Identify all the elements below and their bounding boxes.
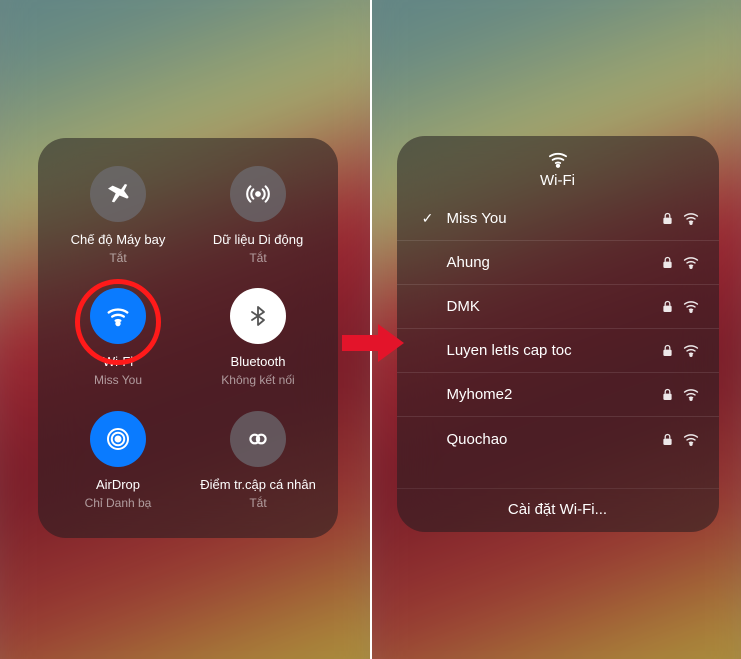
cellular-data-toggle[interactable]: Dữ liệu Di động Tắt — [188, 154, 328, 277]
hotspot-toggle[interactable]: Điểm tr.cập cá nhân Tắt — [188, 399, 328, 522]
wifi-panel-header: Wi-Fi — [397, 136, 719, 197]
airplane-status: Tắt — [109, 251, 126, 265]
network-name: Luyen letIs cap toc — [447, 342, 652, 359]
bluetooth-icon — [230, 288, 286, 344]
cellular-label: Dữ liệu Di động — [213, 232, 303, 247]
airplane-icon — [90, 166, 146, 222]
lock-icon — [662, 344, 673, 357]
hotspot-icon — [230, 411, 286, 467]
lock-icon — [662, 300, 673, 313]
cellular-icon — [230, 166, 286, 222]
wifi-panel-title: Wi-Fi — [540, 172, 575, 189]
cellular-status: Tắt — [249, 251, 266, 265]
bluetooth-status: Không kết nối — [221, 373, 294, 387]
wifi-status: Miss You — [94, 373, 142, 387]
signal-icon — [683, 212, 699, 225]
network-name: Quochao — [447, 431, 652, 448]
signal-icon — [683, 344, 699, 357]
bluetooth-label: Bluetooth — [231, 354, 286, 369]
wifi-network-list: ✓ Miss You Ahung DMK Luyen letIs cap toc — [397, 197, 719, 488]
signal-icon — [683, 388, 699, 401]
network-name: DMK — [447, 298, 652, 315]
lock-icon — [662, 388, 673, 401]
screen-right: Wi-Fi ✓ Miss You Ahung DMK — [371, 0, 741, 659]
lock-icon — [662, 256, 673, 269]
network-name: Ahung — [447, 254, 652, 271]
wifi-panel: Wi-Fi ✓ Miss You Ahung DMK — [397, 136, 719, 532]
network-row[interactable]: Luyen letIs cap toc — [397, 329, 719, 373]
hotspot-label: Điểm tr.cập cá nhân — [200, 477, 316, 492]
network-row[interactable]: ✓ Miss You — [397, 197, 719, 241]
signal-icon — [683, 256, 699, 269]
bluetooth-toggle[interactable]: Bluetooth Không kết nối — [188, 277, 328, 400]
lock-icon — [662, 433, 673, 446]
signal-icon — [683, 300, 699, 313]
connectivity-card: Chế độ Máy bay Tắt Dữ liệu Di động Tắt W… — [38, 138, 338, 538]
airplane-label: Chế độ Máy bay — [71, 232, 166, 247]
wifi-settings-button[interactable]: Cài đặt Wi-Fi... — [397, 488, 719, 532]
airdrop-status: Chỉ Danh bạ — [85, 496, 152, 510]
network-row[interactable]: DMK — [397, 285, 719, 329]
signal-icon — [683, 433, 699, 446]
network-row[interactable]: Quochao — [397, 417, 719, 461]
network-name: Myhome2 — [447, 386, 652, 403]
network-row[interactable]: Ahung — [397, 241, 719, 285]
lock-icon — [662, 212, 673, 225]
airdrop-label: AirDrop — [96, 477, 140, 492]
airdrop-icon — [90, 411, 146, 467]
airplane-mode-toggle[interactable]: Chế độ Máy bay Tắt — [48, 154, 188, 277]
network-name: Miss You — [447, 210, 652, 227]
hotspot-status: Tắt — [249, 496, 266, 510]
checkmark-icon: ✓ — [419, 210, 437, 227]
wifi-header-icon — [547, 150, 569, 168]
wifi-label: Wi-Fi — [103, 354, 133, 369]
screen-left: Chế độ Máy bay Tắt Dữ liệu Di động Tắt W… — [0, 0, 371, 659]
wifi-toggle[interactable]: Wi-Fi Miss You — [48, 277, 188, 400]
airdrop-toggle[interactable]: AirDrop Chỉ Danh bạ — [48, 399, 188, 522]
screen-divider — [370, 0, 372, 659]
wifi-icon — [90, 288, 146, 344]
network-row[interactable]: Myhome2 — [397, 373, 719, 417]
